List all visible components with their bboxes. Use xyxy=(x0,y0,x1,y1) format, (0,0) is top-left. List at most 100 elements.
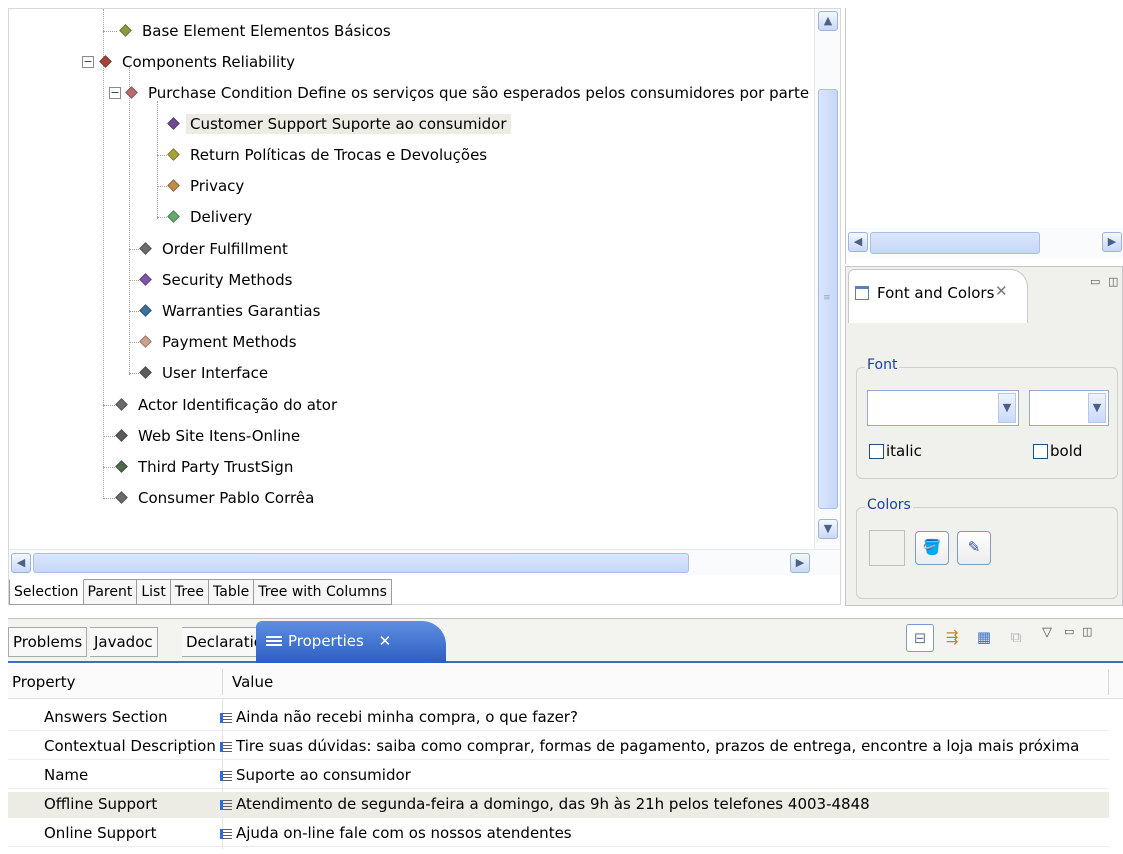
diamond-icon xyxy=(99,55,112,68)
property-value: Tire suas dúvidas: saiba como comprar, f… xyxy=(236,737,1080,755)
tab-javadoc[interactable]: Javadoc xyxy=(90,627,158,657)
tab-parent[interactable]: Parent xyxy=(83,579,138,605)
property-value: Suporte ao consumidor xyxy=(236,766,411,784)
column-divider xyxy=(1108,669,1109,695)
color-preview xyxy=(869,530,905,566)
chevron-down-icon[interactable]: ▼ xyxy=(818,519,838,539)
tree-item-label: User Interface xyxy=(162,364,269,382)
tree-line xyxy=(157,101,158,219)
tree-item[interactable]: Web Site Itens-Online xyxy=(115,422,304,450)
filter-advanced-icon[interactable]: ⇶ xyxy=(938,624,966,652)
tree-item[interactable]: Payment Methods xyxy=(139,328,301,356)
tab-font-and-colors[interactable]: Font and Colors ✕ xyxy=(848,269,1028,323)
maximize-icon[interactable]: ◫ xyxy=(1082,625,1092,638)
collapse-purchase-condition-icon[interactable]: − xyxy=(109,87,121,99)
table-row[interactable]: Online Support Ajuda on-line fale com os… xyxy=(8,821,1109,847)
chevron-down-icon: ▼ xyxy=(998,393,1016,423)
property-name: Online Support xyxy=(44,824,157,842)
font-group: Font ▼ ▼ italic bold xyxy=(856,357,1118,479)
tree-horizontal-scrollbar[interactable]: ◀ ▶ xyxy=(9,549,840,575)
diamond-icon xyxy=(125,86,138,99)
font-group-label: Font xyxy=(865,357,900,373)
colors-group-label: Colors xyxy=(865,497,913,513)
chevron-up-icon[interactable]: ▲ xyxy=(818,11,838,31)
tree-item[interactable]: User Interface xyxy=(139,359,272,387)
tree-line xyxy=(103,9,104,499)
tree-item-label: Base Element Elementos Básicos xyxy=(142,22,391,40)
table-row[interactable]: Name Suporte ao consumidor xyxy=(8,763,1109,789)
italic-checkbox[interactable]: italic xyxy=(869,442,922,460)
maximize-icon[interactable]: ◫ xyxy=(1108,275,1118,288)
categories-icon[interactable]: ⊟ xyxy=(906,624,934,652)
grip-icon: ≡ xyxy=(823,293,832,303)
property-value: Ainda não recebi minha compra, o que faz… xyxy=(236,708,578,726)
tree-item[interactable]: Components Reliability xyxy=(99,48,299,76)
table-row[interactable]: Contextual Description Tire suas dúvidas… xyxy=(8,734,1109,760)
tab-table[interactable]: Table xyxy=(209,579,255,605)
chevron-left-icon[interactable]: ◀ xyxy=(848,232,868,252)
minimize-icon[interactable]: ▭ xyxy=(1090,275,1100,288)
tree-editor: − − Base Element Elementos Básicos Compo… xyxy=(8,8,841,605)
tab-list[interactable]: List xyxy=(137,579,171,605)
tree-item[interactable]: Privacy xyxy=(167,172,248,200)
show-categories-icon[interactable]: ⧉ xyxy=(1002,624,1030,652)
column-header-value[interactable]: Value xyxy=(232,665,273,699)
tab-tree-with-columns[interactable]: Tree with Columns xyxy=(254,579,392,605)
checkbox-box[interactable] xyxy=(1033,443,1048,459)
tree-line xyxy=(129,249,139,250)
tree-item[interactable]: Delivery xyxy=(167,203,256,231)
table-row[interactable]: Answers Section Ainda não recebi minha c… xyxy=(8,705,1109,731)
chevron-left-icon[interactable]: ◀ xyxy=(11,553,31,573)
property-value: Ajuda on-line fale com os nossos atenden… xyxy=(236,824,572,842)
tree-item-label: Return Políticas de Trocas e Devoluções xyxy=(190,146,488,164)
tree-line xyxy=(103,436,115,437)
scroll-thumb[interactable] xyxy=(870,232,1040,254)
minimize-icon[interactable]: ▭ xyxy=(1064,625,1074,638)
tree-item[interactable]: Order Fulfillment xyxy=(139,235,292,263)
colors-group: Colors 🪣 ✎ xyxy=(856,497,1118,599)
tab-properties[interactable]: Properties ✕ xyxy=(256,621,446,663)
fill-color-button[interactable]: 🪣 xyxy=(915,531,949,565)
view-window-icon xyxy=(855,286,869,300)
chevron-right-icon[interactable]: ▶ xyxy=(1102,232,1122,252)
bold-checkbox[interactable]: bold xyxy=(1033,442,1082,460)
table-row-selected[interactable]: Offline Support Atendimento de segunda-f… xyxy=(8,792,1109,818)
tree-item[interactable]: Warranties Garantias xyxy=(139,297,324,325)
view-menu-icon[interactable]: ▽ xyxy=(1042,625,1052,640)
close-x-icon[interactable]: ✕ xyxy=(995,282,1008,300)
tree-vertical-scrollbar[interactable]: ▲ ≡ ▼ xyxy=(814,9,840,549)
restore-default-icon[interactable]: ▦ xyxy=(970,624,998,652)
tab-selection[interactable]: Selection xyxy=(9,579,84,605)
tree-item[interactable]: Return Políticas de Trocas e Devoluções xyxy=(167,141,491,169)
chevron-right-icon[interactable]: ▶ xyxy=(790,553,810,573)
font-size-select[interactable]: ▼ xyxy=(1029,390,1109,426)
tree-item[interactable]: Base Element Elementos Básicos xyxy=(119,17,395,45)
properties-table-header: Property Value xyxy=(8,665,1123,699)
diamond-icon xyxy=(115,491,128,504)
tree-item[interactable]: Third Party TrustSign xyxy=(115,453,297,481)
tree-item-selected[interactable]: Customer Support Suporte ao consumidor xyxy=(167,110,511,138)
tree-item[interactable]: Purchase Condition Define os serviços qu… xyxy=(125,79,813,107)
tree-item[interactable]: Consumer Pablo Corrêa xyxy=(115,484,318,512)
outline-horizontal-scrollbar[interactable]: ◀ ▶ xyxy=(846,228,1123,258)
tab-tree[interactable]: Tree xyxy=(170,579,210,605)
property-name: Answers Section xyxy=(44,708,168,726)
close-icon[interactable]: ✕ xyxy=(379,632,392,650)
tree-item[interactable]: Actor Identificação do ator xyxy=(115,391,341,419)
diamond-icon xyxy=(115,460,128,473)
properties-icon xyxy=(266,635,282,648)
diamond-icon xyxy=(119,24,132,37)
column-header-property[interactable]: Property xyxy=(12,665,75,699)
diamond-icon xyxy=(115,429,128,442)
tree-item-label: Customer Support Suporte ao consumidor xyxy=(186,114,511,134)
collapse-components-reliability-icon[interactable]: − xyxy=(82,56,94,68)
tree-line xyxy=(129,280,139,281)
checkbox-box[interactable] xyxy=(869,443,884,459)
text-value-icon xyxy=(220,828,232,839)
tree-item[interactable]: Security Methods xyxy=(139,266,296,294)
tab-problems[interactable]: Problems xyxy=(8,627,88,657)
font-family-select[interactable]: ▼ xyxy=(867,390,1019,426)
scroll-thumb[interactable] xyxy=(33,553,689,573)
line-color-button[interactable]: ✎ xyxy=(957,531,991,565)
property-name: Contextual Description xyxy=(44,737,216,755)
